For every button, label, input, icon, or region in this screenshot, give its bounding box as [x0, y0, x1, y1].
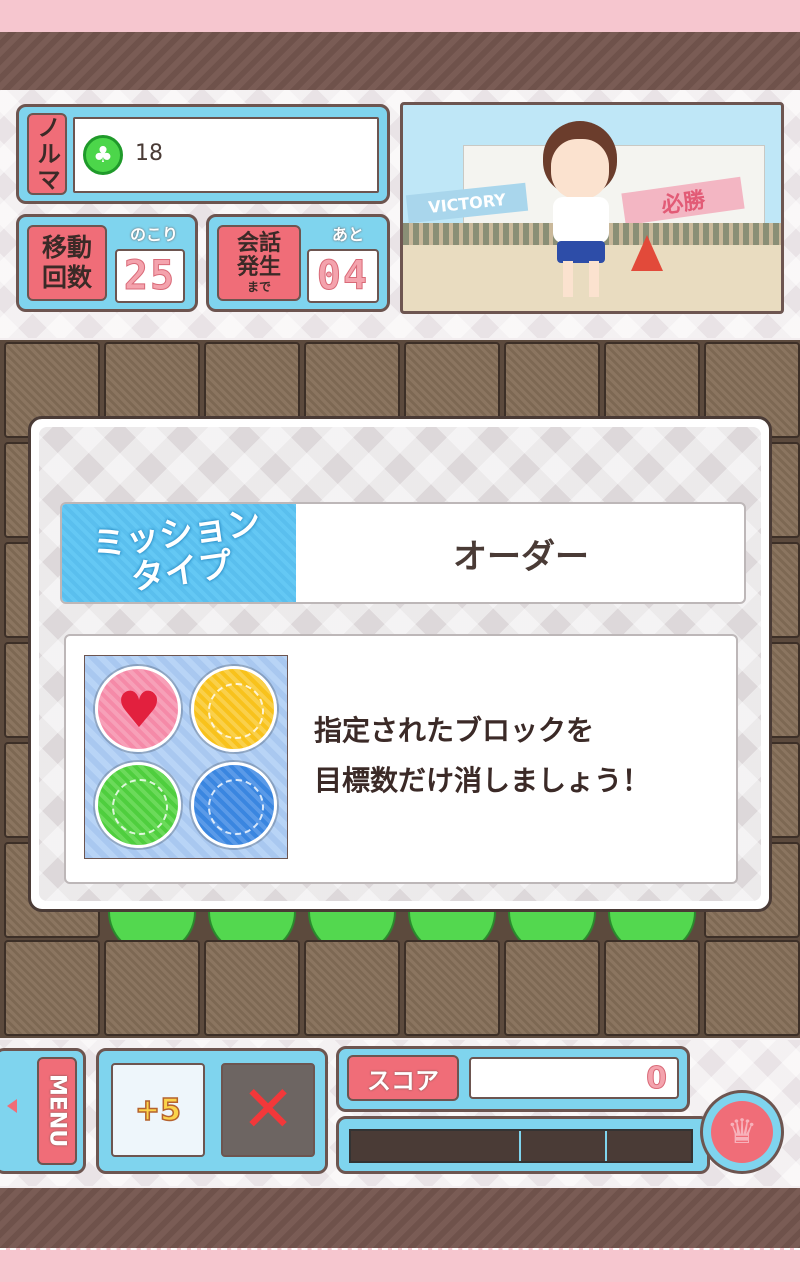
- talk-label-line3: まで: [246, 280, 271, 294]
- moves-label: 移動 回数: [27, 225, 107, 301]
- bottom-pink-bar: [0, 1248, 800, 1282]
- character-face: [551, 139, 609, 199]
- cross-icon: ✕: [241, 1073, 295, 1147]
- blue-block-icon: [191, 762, 277, 848]
- norma-panel: ノルマ ♣ 18: [16, 104, 390, 204]
- score-gauge: [349, 1129, 693, 1163]
- board-tile: [404, 940, 500, 1036]
- character-leg-left: [563, 261, 573, 297]
- talk-label-line1: 会話: [236, 231, 281, 256]
- top-pink-bar: [0, 0, 800, 34]
- character-shirt: [553, 197, 609, 243]
- board-tile: [204, 940, 300, 1036]
- block-types-image: ♥: [84, 655, 288, 859]
- talk-panel: 会話 発生 まで あと 04: [206, 214, 390, 312]
- board-tile: [504, 940, 600, 1036]
- plus-five-item-button[interactable]: +5: [111, 1063, 205, 1157]
- board-tile: [704, 940, 800, 1036]
- menu-label: MENU: [37, 1057, 77, 1165]
- yellow-block-icon: [191, 666, 277, 752]
- norma-label: ノルマ: [27, 113, 67, 195]
- board-tile: [104, 940, 200, 1036]
- heart-icon: ♥: [116, 681, 162, 739]
- shuffle-item-button[interactable]: ✕: [221, 1063, 315, 1157]
- moves-label-line2: 回数: [41, 263, 92, 292]
- item-panel: +5 ✕: [96, 1048, 328, 1174]
- moves-panel: 移動 回数 のこり 25: [16, 214, 198, 312]
- score-gauge-panel: [336, 1116, 710, 1174]
- character-shorts: [557, 241, 605, 263]
- moves-sub-label: のこり: [129, 225, 178, 244]
- score-value: 0: [469, 1057, 679, 1099]
- moves-counter: 25: [115, 249, 185, 303]
- plus-five-label: +5: [134, 1092, 182, 1129]
- bottom-brown-band: [0, 1188, 800, 1248]
- mission-description: 指定されたブロックを 目標数だけ消しましょう！: [314, 706, 714, 806]
- menu-arrow-icon: [7, 1099, 17, 1113]
- clover-icon: ♣: [83, 135, 123, 175]
- mission-type-value: オーダー: [453, 536, 589, 577]
- talk-label-line2: 発生: [236, 255, 281, 280]
- mission-type-label: ミッション タイプ: [62, 503, 296, 602]
- green-block-icon: [95, 762, 181, 848]
- top-brown-band: [0, 32, 800, 90]
- board-tile: [304, 940, 400, 1036]
- menu-button[interactable]: MENU: [0, 1048, 86, 1174]
- moves-label-line1: 移動: [41, 233, 92, 262]
- mission-description-line1: 指定されたブロックを: [314, 714, 595, 747]
- score-panel: スコア 0: [336, 1046, 690, 1112]
- norma-value: 18: [135, 141, 163, 166]
- board-tile: [604, 940, 700, 1036]
- score-label: スコア: [347, 1055, 459, 1101]
- crown-icon: ♛: [711, 1101, 773, 1163]
- gauge-tick: [605, 1131, 607, 1161]
- talk-counter: 04: [307, 249, 379, 303]
- norma-box: ♣ 18: [73, 117, 379, 193]
- talk-label: 会話 発生 まで: [217, 225, 301, 301]
- mission-description-line2: 目標数だけ消しましょう！: [314, 764, 651, 797]
- board-tile: [4, 940, 100, 1036]
- gauge-tick: [519, 1131, 521, 1161]
- character-scene: VICTORY 必勝: [400, 102, 784, 314]
- traffic-cone: [631, 235, 663, 271]
- crown-badge: ♛: [700, 1090, 784, 1174]
- heart-block-icon: ♥: [95, 666, 181, 752]
- talk-sub-label: あと: [331, 225, 364, 244]
- character-leg-right: [589, 261, 599, 297]
